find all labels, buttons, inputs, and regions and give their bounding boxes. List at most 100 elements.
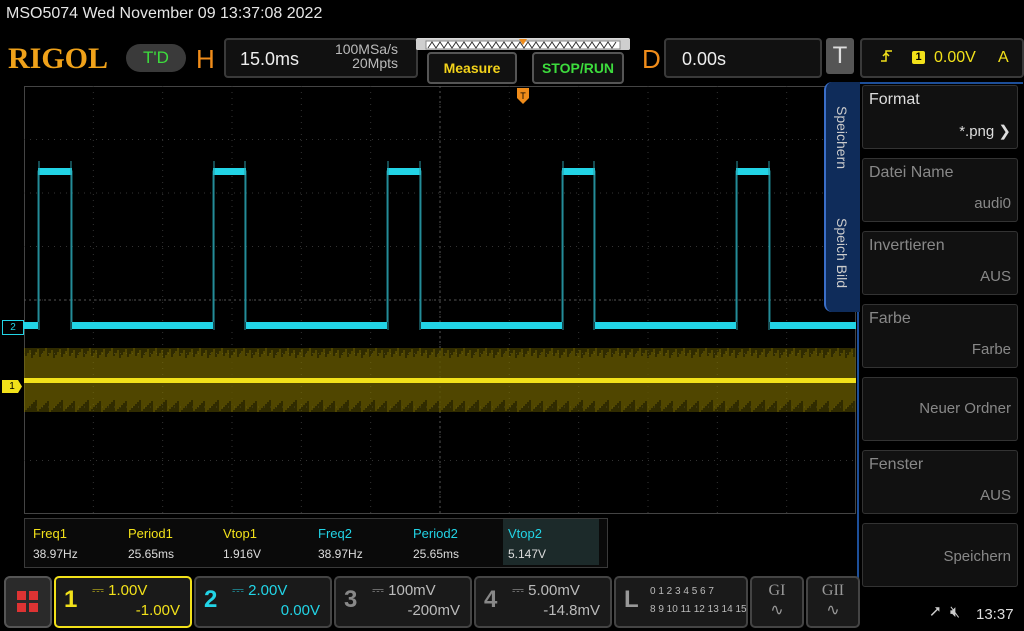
measurement-label: Freq2 bbox=[318, 526, 352, 541]
trigger-marker-label: T bbox=[520, 91, 526, 101]
channel-1-box[interactable]: 1 ⎓ 1.00V -1.00V bbox=[54, 576, 192, 628]
channel-number: 3 bbox=[344, 586, 358, 613]
measurement-value: 25.65ms bbox=[128, 547, 175, 561]
waveform-display[interactable]: T bbox=[24, 86, 856, 514]
trigger-level: 0.00V bbox=[934, 49, 976, 66]
channel-2-gap bbox=[736, 322, 770, 329]
speaker-muted-icon[interactable]: 🔇︎ bbox=[950, 604, 960, 622]
channel-4-box[interactable]: 4 ⎓ 5.00mV -14.8mV bbox=[474, 576, 612, 628]
tab-speich-bild[interactable]: Speich Bild bbox=[834, 218, 850, 288]
channel-offset: -200mV bbox=[407, 602, 460, 619]
dc-coupling-icon: ⎓ bbox=[92, 582, 104, 599]
dc-coupling-icon: ⎓ bbox=[512, 582, 524, 599]
graticule bbox=[24, 86, 856, 514]
channel-number: 1 bbox=[64, 586, 78, 613]
channel-2-offset-marker[interactable]: 2 bbox=[2, 320, 24, 335]
menu-item-value: AUS bbox=[980, 487, 1011, 504]
usb-icon: ⭧ bbox=[930, 604, 941, 621]
channel-3-box[interactable]: 3 ⎓ 100mV -200mV bbox=[334, 576, 472, 628]
channel-2-gap bbox=[38, 322, 72, 329]
menu-item-fenster[interactable]: Fenster AUS bbox=[862, 450, 1018, 514]
decoder-1-label: GI bbox=[768, 582, 786, 599]
channel-2-box[interactable]: 2 ⎓ 2.00V 0.00V bbox=[194, 576, 332, 628]
measurement-value: 25.65ms bbox=[413, 547, 460, 561]
stop-run-button[interactable]: STOP/RUN bbox=[532, 52, 624, 84]
logic-label: L bbox=[624, 586, 639, 613]
menu-item-datei-name[interactable]: Datei Name audi0 bbox=[862, 158, 1018, 222]
sample-rate: 100MSa/s bbox=[334, 41, 398, 57]
measurement-label: Freq1 bbox=[33, 526, 67, 541]
measurement-label: Vtop1 bbox=[223, 526, 257, 541]
save-side-tab[interactable]: Speichern Speich Bild bbox=[824, 82, 860, 312]
menu-item-value: *.png ❯ bbox=[959, 123, 1011, 140]
trigger-mode: A bbox=[998, 49, 1009, 66]
menu-item-label: Format bbox=[869, 91, 920, 108]
grid-menu-icon bbox=[17, 591, 38, 612]
memory-depth: 20Mpts bbox=[352, 55, 398, 71]
measurement-value: 1.916V bbox=[223, 547, 262, 561]
channel-1-offset-marker[interactable]: 1 bbox=[2, 380, 22, 393]
chevron-right-icon: ❯ bbox=[998, 123, 1011, 140]
channel-2-high-level bbox=[213, 168, 246, 175]
menu-item-label: Invertieren bbox=[869, 237, 945, 254]
home-menu-button[interactable] bbox=[4, 576, 52, 628]
channel-offset: -1.00V bbox=[135, 602, 180, 619]
decoder-1-button[interactable]: GI ∿ bbox=[750, 576, 804, 628]
menu-item-speichern[interactable]: Speichern bbox=[862, 523, 1018, 587]
measurement-label: Vtop2 bbox=[508, 526, 542, 541]
menu-item-value: AUS bbox=[980, 268, 1011, 285]
channel-offset: -14.8mV bbox=[543, 602, 600, 619]
channel-scale: ⎓ 2.00V bbox=[232, 582, 288, 599]
channel-1-trace bbox=[24, 378, 856, 383]
channel-2-high-level bbox=[562, 168, 595, 175]
menu-item-label: Fenster bbox=[869, 456, 924, 473]
channel-scale: ⎓ 5.00mV bbox=[512, 582, 580, 599]
menu-item-format[interactable]: Format *.png ❯ bbox=[862, 85, 1018, 149]
delay-label: D bbox=[642, 44, 661, 74]
menu-item-value: audi0 bbox=[974, 195, 1011, 212]
measurement-value: 5.147V bbox=[508, 547, 547, 561]
status-time: 13:37 bbox=[976, 606, 1014, 623]
trigger-source-badge: 1 bbox=[912, 51, 925, 64]
channel-offset: 0.00V bbox=[280, 602, 320, 619]
trigger-status-badge[interactable]: T'D bbox=[126, 44, 186, 72]
menu-item-invertieren[interactable]: Invertieren AUS bbox=[862, 231, 1018, 295]
rising-edge-icon-graphic bbox=[881, 50, 892, 62]
channel-2-low-level bbox=[24, 322, 856, 329]
menu-item-neuer-ordner[interactable]: Neuer Ordner bbox=[862, 377, 1018, 441]
channel-2-high-level bbox=[387, 168, 421, 175]
trigger-label: T bbox=[826, 38, 854, 74]
measurement-label: Period1 bbox=[128, 526, 173, 541]
menu-item-value: Farbe bbox=[971, 341, 1011, 358]
menu-item-value: Neuer Ordner bbox=[919, 400, 1011, 417]
horizontal-label: H bbox=[196, 44, 215, 74]
menu-item-value: Speichern bbox=[943, 548, 1011, 565]
decoder-2-label: GII bbox=[821, 582, 845, 599]
channel-2-gap bbox=[213, 322, 246, 329]
menu-item-farbe[interactable]: Farbe Farbe bbox=[862, 304, 1018, 368]
logic-analyzer-box[interactable]: L 0 1 2 3 4 5 6 7 8 9 10 11 12 13 14 15 bbox=[614, 576, 748, 628]
decoder-2-button[interactable]: GII ∿ bbox=[806, 576, 860, 628]
measure-button[interactable]: Measure bbox=[427, 52, 517, 84]
rigol-logo: RIGOL bbox=[8, 42, 109, 75]
measurement-value: 38.97Hz bbox=[33, 547, 78, 561]
menu-item-label: Datei Name bbox=[869, 164, 954, 181]
sample-rate-info: 100MSa/s 20Mpts bbox=[324, 42, 398, 70]
waveform-position-bar bbox=[416, 38, 630, 50]
waveform-position-bar-graphic bbox=[416, 39, 630, 50]
logic-channels-row-1: 0 1 2 3 4 5 6 7 bbox=[650, 586, 714, 597]
channel-scale: ⎓ 100mV bbox=[372, 582, 436, 599]
channel-2-high-level bbox=[38, 168, 72, 175]
measurement-value: 38.97Hz bbox=[318, 547, 363, 561]
channel-2-gap bbox=[562, 322, 595, 329]
measurement-label: Period2 bbox=[413, 526, 458, 541]
measurement-table: Freq1 38.97Hz Period1 25.65ms Vtop1 1.916V Fre… bbox=[24, 518, 608, 568]
channel-number: 4 bbox=[484, 586, 498, 613]
delay-value: 0.00s bbox=[682, 49, 727, 69]
sine-wave-icon: ∿ bbox=[826, 602, 840, 619]
channel-number: 2 bbox=[204, 586, 218, 613]
logic-channels-row-2: 8 9 10 11 12 13 14 15 bbox=[650, 604, 747, 615]
menu-item-label: Farbe bbox=[869, 310, 911, 327]
rising-edge-icon bbox=[880, 49, 894, 66]
tab-speichern[interactable]: Speichern bbox=[834, 106, 850, 169]
